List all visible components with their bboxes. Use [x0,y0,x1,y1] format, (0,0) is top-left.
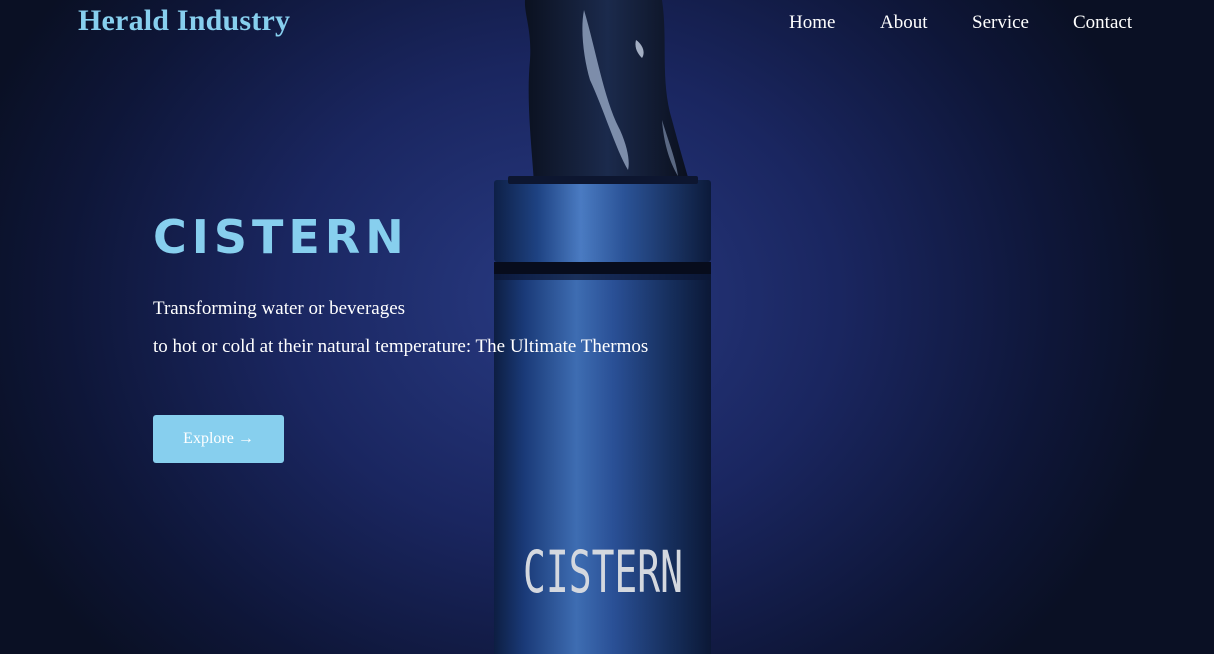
hero-tagline-line-2: to hot or cold at their natural temperat… [153,336,649,357]
explore-button-label: Explore [183,430,234,447]
hero-section: CISTERN Transforming water or beverages … [153,205,648,463]
hero-product-image: CISTERN [494,0,711,654]
nav-link-service[interactable]: Service [972,12,1029,34]
explore-button[interactable]: Explore → [153,415,284,463]
nav-link-about[interactable]: About [880,12,928,34]
nav-link-home[interactable]: Home [789,12,835,34]
thermos-product-label: CISTERN [523,538,683,606]
arrow-right-icon: → [237,430,254,447]
hero-tagline-line-1: Transforming water or beverages [153,298,406,319]
navbar: Herald Industry Home About Service Conta… [0,0,1214,46]
nav-link-contact[interactable]: Contact [1073,12,1132,34]
thermos-cap [494,180,711,262]
brand-logo[interactable]: Herald Industry [78,4,290,38]
hero-title: CISTERN [153,210,409,264]
